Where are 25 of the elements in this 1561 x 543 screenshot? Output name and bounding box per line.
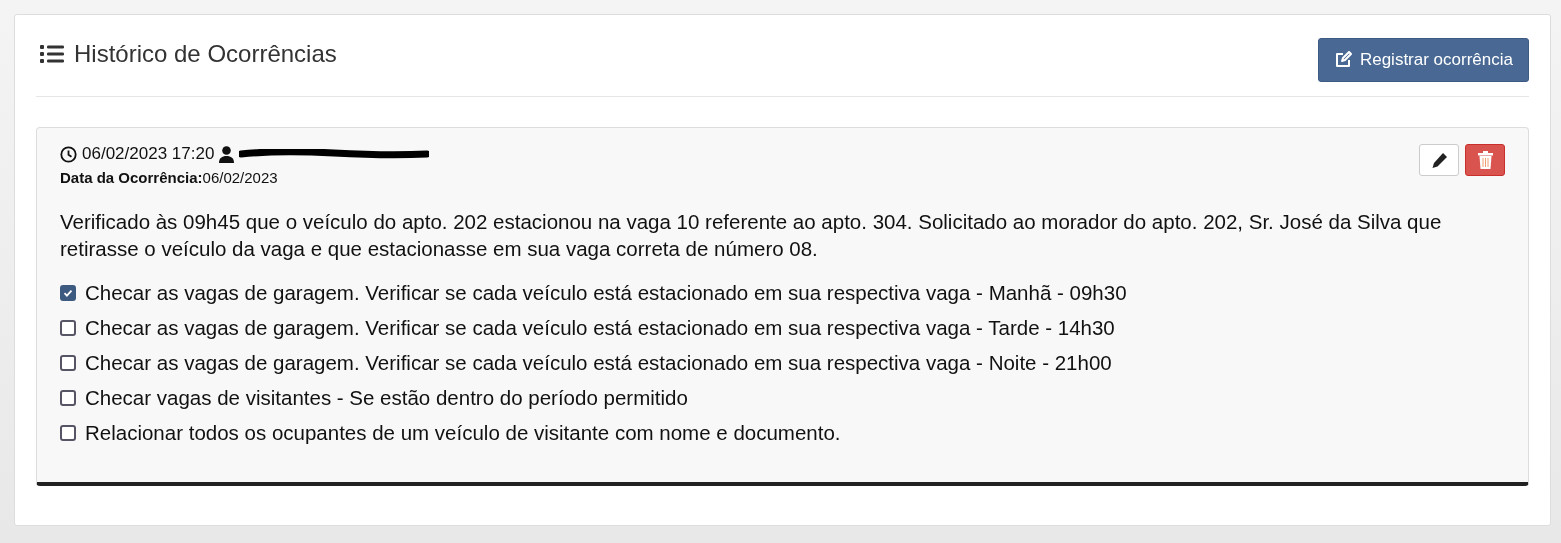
checkbox[interactable] <box>60 355 76 371</box>
edit-icon <box>1333 51 1352 69</box>
trash-icon <box>1477 151 1493 169</box>
checklist-label: Checar vagas de visitantes - Se estão dentro do período permitido <box>85 386 688 410</box>
checklist-label: Checar as vagas de garagem. Verificar se cada veículo está estacionado em sua respectiva vaga - Noite - 21h00 <box>85 351 1112 375</box>
user-icon <box>219 145 235 163</box>
timestamp: 06/02/2023 17:20 <box>82 144 215 164</box>
checklist-label: Checar as vagas de garagem. Verificar se cada veículo está estacionado em sua respectiva vaga - Manhã - 09h30 <box>85 281 1127 305</box>
checklist-label: Relacionar todos os ocupantes de um veículo de visitante com nome e documento. <box>85 421 841 445</box>
check-icon <box>62 287 74 299</box>
checkbox[interactable] <box>60 320 76 336</box>
checklist-label: Checar as vagas de garagem. Verificar se cada veículo está estacionado em sua respectiva vaga - Tarde - 14h30 <box>85 316 1115 340</box>
page-title: Histórico de Ocorrências <box>74 40 337 68</box>
checkbox[interactable] <box>60 390 76 406</box>
list-icon <box>40 44 64 64</box>
occurrence-description: Verificado às 09h45 que o veículo do apto. 202 estacionou na vaga 10 referente ao apto. 304. Solicitado ao morador do apto. 202, Sr. José da Silva que retirasse o veículo da vaga e que estacionasse em sua vaga correta de número 08. <box>60 209 1443 262</box>
occurrence-date: 06/02/2023 <box>202 169 278 186</box>
clock-icon <box>60 145 77 163</box>
delete-button[interactable] <box>1465 144 1505 176</box>
checkbox[interactable] <box>60 285 76 301</box>
register-button[interactable]: Registrar ocorrência <box>1317 38 1529 82</box>
edit-button[interactable] <box>1419 144 1459 176</box>
checkbox[interactable] <box>60 425 76 441</box>
date-label: Data da Ocorrência: <box>60 169 203 186</box>
pencil-icon <box>1430 151 1448 169</box>
